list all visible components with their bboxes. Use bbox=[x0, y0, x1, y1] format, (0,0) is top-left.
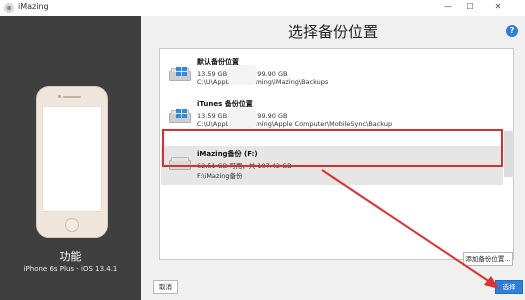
windows-drive-icon bbox=[169, 109, 191, 123]
redaction-blur bbox=[227, 65, 257, 85]
list-scrollbar[interactable] bbox=[504, 131, 514, 177]
close-icon[interactable]: ✕ bbox=[488, 0, 508, 14]
maximize-icon[interactable]: ☐ bbox=[460, 0, 480, 14]
device-sidebar: 功能 iPhone 6s Plus - iOS 13.4.1 bbox=[0, 16, 141, 300]
phone-screen bbox=[42, 106, 102, 212]
phone-camera bbox=[58, 95, 61, 98]
list-item-imazing-drive[interactable]: iMazing备份 (F:) 62.51 GB 可用，共 107.42 GB F… bbox=[161, 146, 503, 185]
choose-button[interactable]: 选择 bbox=[495, 280, 523, 294]
window-title: iMazing bbox=[18, 2, 49, 11]
device-function-label: 功能 bbox=[59, 250, 82, 263]
location-title: iMazing备份 (F:) bbox=[197, 150, 258, 158]
location-list: 默认备份位置 13.59 GB 可用，共 99.90 GB C:\U\AppDa… bbox=[159, 48, 514, 260]
device-name: iPhone 6s Plus - iOS 13.4.1 bbox=[23, 265, 118, 273]
phone-speaker bbox=[63, 96, 81, 98]
add-location-button[interactable]: 添加备份位置... bbox=[463, 252, 513, 266]
windows-drive-icon bbox=[169, 67, 191, 81]
iphone-illustration bbox=[36, 86, 108, 238]
backup-location-panel: 选择备份位置 ? 默认备份位置 13.59 GB 可用，共 99.90 GB C… bbox=[141, 16, 525, 300]
app-logo-icon bbox=[4, 3, 14, 13]
location-path: F:\iMazing备份 bbox=[197, 172, 243, 180]
redaction-blur bbox=[227, 108, 257, 128]
cancel-button[interactable]: 取消 bbox=[153, 280, 178, 294]
location-path: C:\U\AppData\Roaming\iMazing\Backups bbox=[197, 78, 329, 86]
drive-icon bbox=[169, 157, 191, 170]
location-space: 62.51 GB 可用，共 107.42 GB bbox=[197, 162, 292, 170]
title-bar: iMazing — ☐ ✕ bbox=[0, 0, 525, 16]
list-item-itunes-backup[interactable]: iTunes 备份位置 13.59 GB 可用，共 99.90 GB C:\U\… bbox=[161, 99, 503, 141]
help-icon[interactable]: ? bbox=[506, 25, 518, 37]
page-title: 选择备份位置 bbox=[287, 23, 378, 41]
list-item-default-backup[interactable]: 默认备份位置 13.59 GB 可用，共 99.90 GB C:\U\AppDa… bbox=[161, 57, 503, 99]
phone-home-button bbox=[65, 218, 79, 232]
minimize-icon[interactable]: — bbox=[438, 0, 458, 14]
